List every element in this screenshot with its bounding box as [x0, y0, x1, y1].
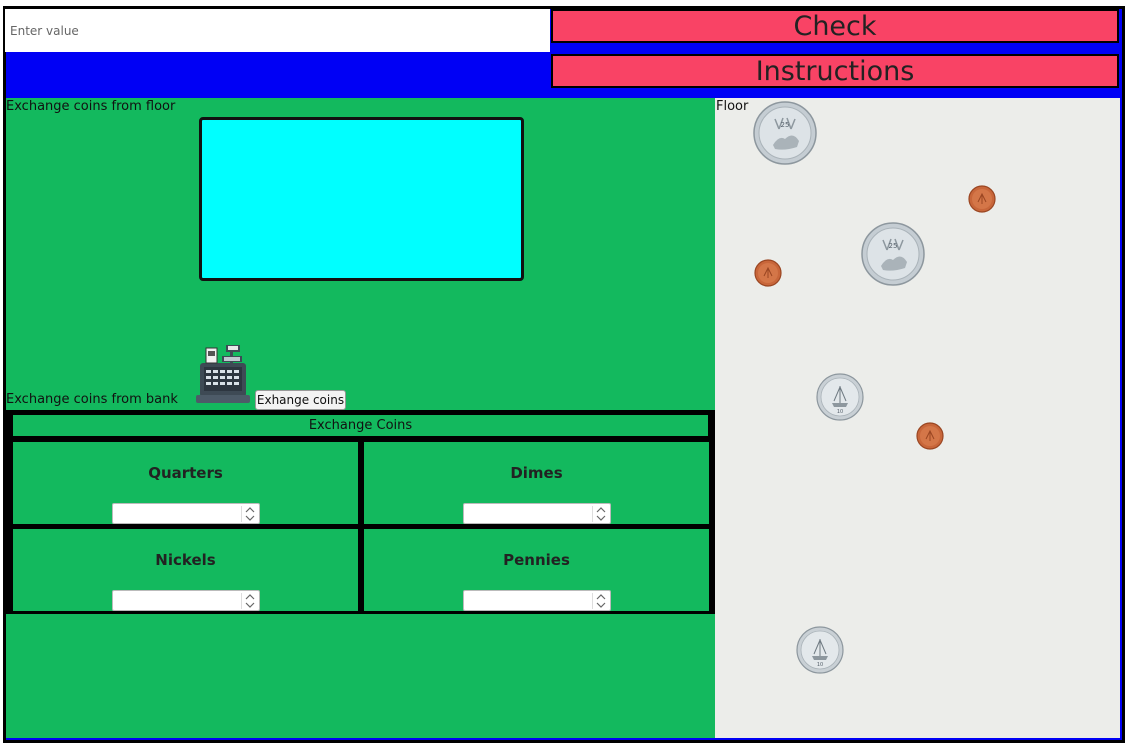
penny-coin-icon[interactable] — [916, 422, 944, 450]
svg-text:25: 25 — [781, 121, 790, 129]
dimes-number-input[interactable] — [463, 503, 611, 524]
exchange-from-floor-label: Exchange coins from floor — [6, 99, 176, 114]
check-button[interactable]: Check — [551, 9, 1119, 43]
coin-drop-zone[interactable] — [199, 117, 524, 281]
pennies-number-input[interactable] — [463, 590, 611, 611]
penny-coin-icon[interactable] — [968, 185, 996, 213]
floor-label: Floor — [716, 99, 749, 114]
nickels-label: Nickels — [155, 551, 216, 569]
svg-text:10: 10 — [817, 662, 823, 668]
pennies-label: Pennies — [503, 551, 570, 569]
dimes-cell: Dimes — [364, 442, 709, 524]
quarters-number-input[interactable] — [112, 503, 260, 524]
exchange-coins-header: Exchange Coins — [13, 415, 708, 436]
penny-coin-icon[interactable] — [754, 259, 782, 287]
pennies-cell: Pennies — [364, 529, 709, 611]
spinner-arrows-icon[interactable] — [241, 506, 257, 522]
dimes-label: Dimes — [510, 464, 563, 482]
exchange-coins-table: Exchange Coins Quarters Dimes Nickels Pe… — [6, 410, 715, 614]
nickels-number-input[interactable] — [112, 590, 260, 611]
svg-text:10: 10 — [837, 409, 843, 415]
quarters-cell: Quarters — [13, 442, 358, 524]
spinner-arrows-icon[interactable] — [592, 506, 608, 522]
dime-coin-icon[interactable]: 10 — [796, 626, 844, 674]
dime-coin-icon[interactable]: 10 — [816, 373, 864, 421]
cash-register-icon[interactable] — [190, 343, 256, 405]
spinner-arrows-icon[interactable] — [592, 593, 608, 609]
quarter-coin-icon[interactable]: 25 — [861, 222, 925, 286]
spinner-arrows-icon[interactable] — [241, 593, 257, 609]
instructions-button[interactable]: Instructions — [551, 54, 1119, 88]
quarters-label: Quarters — [148, 464, 223, 482]
exchange-from-bank-label: Exchange coins from bank — [6, 392, 178, 407]
exchange-coins-button[interactable]: Exhange coins — [255, 390, 346, 410]
quarter-coin-icon[interactable]: 25 — [753, 101, 817, 165]
floor-area[interactable]: Floor 25 25 10 10 — [715, 98, 1120, 738]
nickels-cell: Nickels — [13, 529, 358, 611]
value-input[interactable] — [5, 9, 550, 52]
svg-text:25: 25 — [889, 242, 898, 250]
